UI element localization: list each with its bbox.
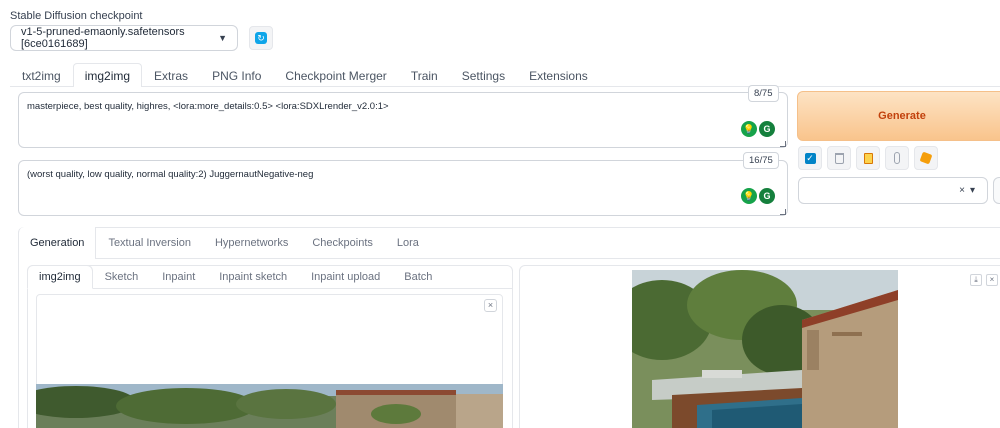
positive-prompt-extensions: 💡 G — [741, 121, 775, 137]
tab-img2img-mode[interactable]: img2img — [27, 265, 93, 289]
output-image-photo — [632, 270, 898, 428]
tab-batch[interactable]: Batch — [392, 265, 444, 289]
tab-inpaint-upload[interactable]: Inpaint upload — [299, 265, 392, 289]
resize-handle-icon[interactable] — [780, 141, 786, 147]
positive-token-counter: 8/75 — [748, 85, 779, 102]
input-image — [36, 384, 503, 428]
output-image[interactable] — [632, 270, 898, 428]
download-icon[interactable]: ⤓ — [970, 274, 982, 286]
package-icon — [919, 151, 933, 165]
tool-buttons: ✓ — [798, 146, 938, 170]
tab-checkpoint-merger[interactable]: Checkpoint Merger — [273, 63, 398, 87]
negative-prompt-extensions: 💡 G — [741, 188, 775, 204]
refresh-checkpoint-button[interactable]: ↻ — [249, 26, 273, 50]
tab-extensions[interactable]: Extensions — [517, 63, 600, 87]
img2img-mode-tabs: img2img Sketch Inpaint Inpaint sketch In… — [27, 265, 444, 289]
chevron-down-icon: ▾ — [969, 185, 975, 196]
grammarly-icon[interactable]: G — [759, 188, 775, 204]
tab-settings[interactable]: Settings — [450, 63, 517, 87]
tab-inpaint[interactable]: Inpaint — [150, 265, 207, 289]
lightbulb-icon[interactable]: 💡 — [741, 121, 757, 137]
refresh-icon: ↻ — [255, 32, 267, 44]
generation-tabs: Generation Textual Inversion Hypernetwor… — [18, 227, 431, 259]
tab-lora[interactable]: Lora — [385, 227, 431, 259]
tab-txt2img[interactable]: txt2img — [10, 63, 73, 87]
checkpoint-label: Stable Diffusion checkpoint — [10, 10, 143, 22]
close-icon[interactable]: × — [484, 299, 497, 312]
read-params-button[interactable] — [856, 146, 880, 170]
negative-prompt-input[interactable]: (worst quality, low quality, normal qual… — [18, 160, 788, 216]
main-tabs: txt2img img2img Extras PNG Info Checkpoi… — [10, 63, 600, 87]
close-icon[interactable]: × — [986, 274, 998, 286]
checkbox-icon: ✓ — [804, 152, 816, 164]
tab-train[interactable]: Train — [399, 63, 450, 87]
clear-prompt-button[interactable] — [827, 146, 851, 170]
generate-button[interactable]: Generate — [797, 91, 1000, 141]
styles-extra-button[interactable] — [993, 177, 1000, 204]
checkpoint-value: v1-5-pruned-emaonly.safetensors [6ce0161… — [21, 26, 185, 50]
clear-icon[interactable]: × — [959, 185, 965, 196]
paperclip-icon — [894, 152, 900, 164]
positive-prompt-input[interactable]: masterpiece, best quality, highres, <lor… — [18, 92, 788, 148]
checkpoint-select[interactable]: v1-5-pruned-emaonly.safetensors [6ce0161… — [10, 25, 238, 51]
caret-down-icon: ▼ — [218, 33, 227, 43]
save-style-button[interactable] — [914, 146, 938, 170]
tab-generation[interactable]: Generation — [18, 227, 97, 259]
tab-inpaint-sketch[interactable]: Inpaint sketch — [207, 265, 299, 289]
tab-checkpoints[interactable]: Checkpoints — [300, 227, 385, 259]
styles-select[interactable]: × ▾ — [798, 177, 988, 204]
show-extra-networks-button[interactable]: ✓ — [798, 146, 822, 170]
lightbulb-icon[interactable]: 💡 — [741, 188, 757, 204]
tab-extras[interactable]: Extras — [142, 63, 200, 87]
tab-img2img[interactable]: img2img — [72, 63, 143, 87]
tab-textual-inversion[interactable]: Textual Inversion — [96, 227, 203, 259]
clipboard-icon — [863, 152, 873, 164]
tab-hypernetworks[interactable]: Hypernetworks — [203, 227, 300, 259]
resize-handle-icon[interactable] — [780, 209, 786, 215]
negative-token-counter: 16/75 — [743, 152, 779, 169]
trash-icon — [834, 152, 844, 164]
tab-sketch[interactable]: Sketch — [93, 265, 151, 289]
input-image-photo — [36, 384, 503, 428]
apply-style-button[interactable] — [885, 146, 909, 170]
grammarly-icon[interactable]: G — [759, 121, 775, 137]
tab-png-info[interactable]: PNG Info — [200, 63, 273, 87]
